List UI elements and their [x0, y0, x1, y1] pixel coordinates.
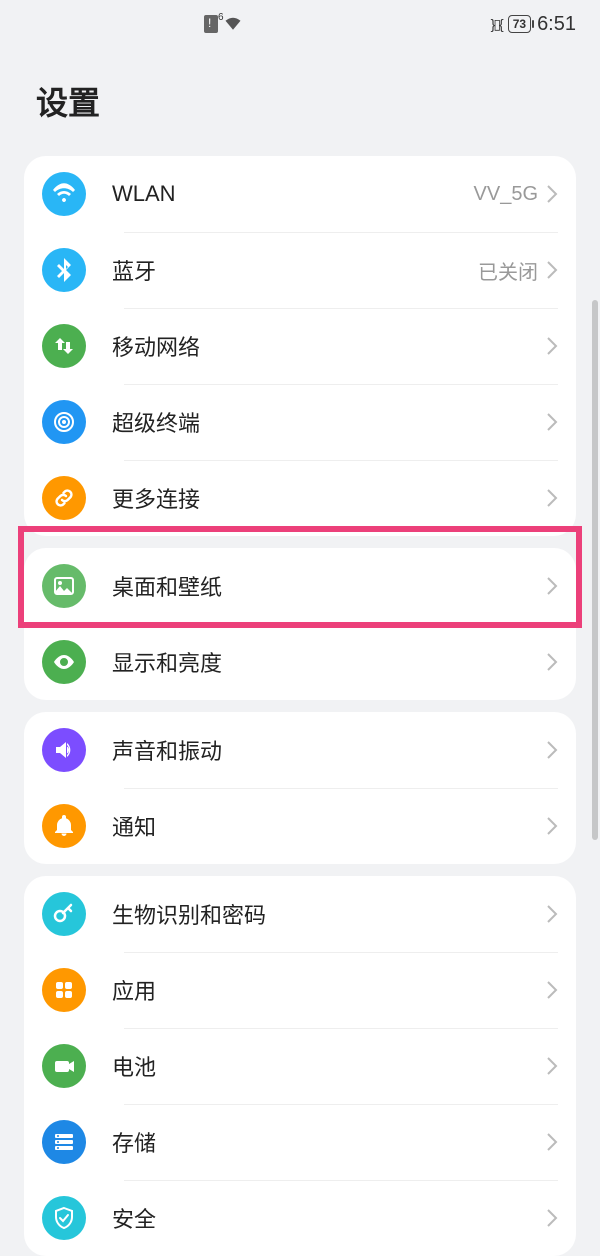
chevron-right-icon [546, 904, 558, 924]
row-label: 存储 [112, 1126, 546, 1158]
chevron-right-icon [546, 412, 558, 432]
row-label: 生物识别和密码 [112, 898, 546, 930]
key-icon [42, 892, 86, 936]
sim-warning-icon [204, 15, 218, 33]
row-label: 应用 [112, 974, 546, 1006]
image-icon [42, 564, 86, 608]
chevron-right-icon [546, 652, 558, 672]
grid-icon [42, 968, 86, 1012]
chevron-right-icon [546, 1208, 558, 1228]
settings-row-security[interactable]: 安全 [24, 1180, 576, 1256]
chevron-right-icon [546, 816, 558, 836]
settings-group: WLANVV_5G蓝牙已关闭移动网络超级终端更多连接 [24, 156, 576, 536]
chevron-right-icon [546, 260, 558, 280]
settings-row-sound[interactable]: 声音和振动 [24, 712, 576, 788]
status-bar: 6 }▯{ 73 6:51 [0, 0, 600, 48]
settings-group: 桌面和壁纸显示和亮度 [24, 548, 576, 700]
bell-icon [42, 804, 86, 848]
row-label: 更多连接 [112, 482, 546, 514]
wifi-icon [42, 172, 86, 216]
settings-row-battery[interactable]: 电池 [24, 1028, 576, 1104]
chevron-right-icon [546, 488, 558, 508]
scroll-bar[interactable] [592, 300, 598, 840]
sound-icon [42, 728, 86, 772]
chevron-right-icon [546, 184, 558, 204]
row-value: VV_5G [474, 183, 538, 206]
chevron-right-icon [546, 576, 558, 596]
settings-group: 声音和振动通知 [24, 712, 576, 864]
row-value: 已关闭 [478, 256, 538, 285]
settings-row-more[interactable]: 更多连接 [24, 460, 576, 536]
chevron-right-icon [546, 980, 558, 1000]
row-label: 安全 [112, 1202, 546, 1234]
page-title: 设置 [0, 48, 600, 144]
settings-row-mobile[interactable]: 移动网络 [24, 308, 576, 384]
row-label: 电池 [112, 1050, 546, 1082]
settings-row-superdevice[interactable]: 超级终端 [24, 384, 576, 460]
settings-row-apps[interactable]: 应用 [24, 952, 576, 1028]
storage-icon [42, 1120, 86, 1164]
shield-icon [42, 1196, 86, 1240]
row-label: 通知 [112, 810, 546, 842]
row-label: 移动网络 [112, 330, 546, 362]
row-label: 超级终端 [112, 406, 546, 438]
link-icon [42, 476, 86, 520]
settings-row-notify[interactable]: 通知 [24, 788, 576, 864]
bt-icon [42, 248, 86, 292]
row-label: 显示和亮度 [112, 646, 546, 678]
target-icon [42, 400, 86, 444]
battery-icon: 73 [508, 15, 531, 33]
clock: 6:51 [537, 13, 576, 36]
row-label: 声音和振动 [112, 734, 546, 766]
wifi-status-icon: 6 [224, 16, 242, 33]
chevron-right-icon [546, 1056, 558, 1076]
settings-row-bluetooth[interactable]: 蓝牙已关闭 [24, 232, 576, 308]
settings-row-storage[interactable]: 存储 [24, 1104, 576, 1180]
eye-icon [42, 640, 86, 684]
arrows-icon [42, 324, 86, 368]
chevron-right-icon [546, 1132, 558, 1152]
chevron-right-icon [546, 740, 558, 760]
settings-row-wlan[interactable]: WLANVV_5G [24, 156, 576, 232]
settings-row-biometric[interactable]: 生物识别和密码 [24, 876, 576, 952]
settings-row-display[interactable]: 显示和亮度 [24, 624, 576, 700]
chevron-right-icon [546, 336, 558, 356]
row-label: 桌面和壁纸 [112, 570, 546, 602]
vibrate-icon: }▯{ [491, 16, 502, 33]
camera-icon [42, 1044, 86, 1088]
settings-list: WLANVV_5G蓝牙已关闭移动网络超级终端更多连接桌面和壁纸显示和亮度声音和振… [0, 156, 600, 1256]
row-label: 蓝牙 [112, 254, 478, 286]
row-label: WLAN [112, 181, 474, 207]
settings-group: 生物识别和密码应用电池存储安全 [24, 876, 576, 1256]
settings-row-wallpaper[interactable]: 桌面和壁纸 [24, 548, 576, 624]
